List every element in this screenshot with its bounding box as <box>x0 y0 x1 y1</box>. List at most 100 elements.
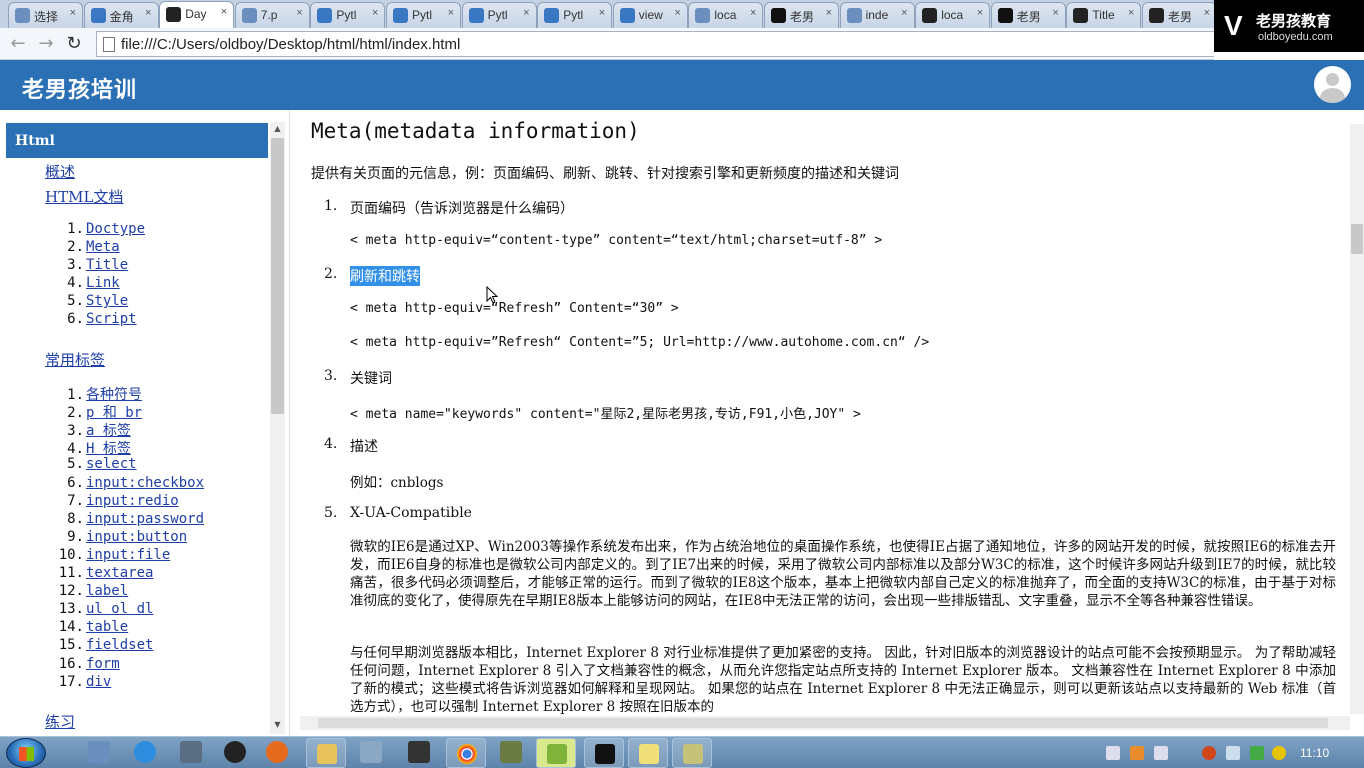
reload-button[interactable]: ↻ <box>62 32 86 56</box>
pycharm-task[interactable] <box>584 738 624 768</box>
sidebar-link[interactable]: Style <box>86 293 128 309</box>
list-item: 7. input:redio <box>56 493 179 511</box>
tab-2[interactable]: Day × <box>159 1 235 28</box>
network-icon[interactable] <box>1250 746 1264 760</box>
sidebar-link[interactable]: Title <box>86 257 128 273</box>
tab-11[interactable]: inde × <box>839 2 915 28</box>
explorer-task[interactable] <box>306 738 346 768</box>
tab-10[interactable]: 老男 × <box>764 2 839 28</box>
close-icon[interactable]: × <box>1052 7 1058 19</box>
sidebar-link[interactable]: ul ol dl <box>86 601 153 617</box>
close-icon[interactable]: × <box>372 7 378 19</box>
terminal-icon[interactable] <box>408 741 430 763</box>
sidebar-link-common-tags[interactable]: 常用标签 <box>45 349 105 370</box>
sidebar-link[interactable]: input:redio <box>86 493 179 509</box>
close-icon[interactable]: × <box>70 7 76 19</box>
sidebar-scroll-thumb[interactable] <box>271 138 284 414</box>
content-scrollbar[interactable] <box>1350 124 1364 714</box>
sidebar-link[interactable]: table <box>86 619 128 635</box>
scroll-up-icon[interactable]: ▲ <box>270 122 285 136</box>
scroll-down-icon[interactable]: ▼ <box>270 718 285 732</box>
sidebar-link[interactable]: input:checkbox <box>86 475 204 491</box>
tab-0[interactable]: 选择 × <box>8 2 83 28</box>
sidebar-link[interactable]: label <box>86 583 128 599</box>
close-icon[interactable]: × <box>599 7 605 19</box>
horizontal-scroll-thumb[interactable] <box>318 718 1328 728</box>
close-icon[interactable]: × <box>826 7 832 19</box>
sidebar-link[interactable]: form <box>86 656 120 672</box>
chrome-task[interactable] <box>446 738 486 768</box>
sidebar-section-html[interactable]: Html <box>6 123 268 158</box>
start-button[interactable] <box>6 738 46 768</box>
tray-icon[interactable] <box>1272 746 1286 760</box>
forward-button[interactable]: → <box>34 32 58 56</box>
horizontal-scrollbar[interactable] <box>300 716 1350 730</box>
close-icon[interactable]: × <box>448 7 454 19</box>
tab-14[interactable]: Title × <box>1066 2 1142 28</box>
close-icon[interactable]: × <box>296 7 302 19</box>
tray-icon[interactable] <box>1106 746 1120 760</box>
folder-app-icon[interactable] <box>88 741 110 763</box>
tab-7[interactable]: Pytl × <box>537 2 613 28</box>
sidebar-link[interactable]: input:button <box>86 529 187 545</box>
avatar[interactable] <box>1314 66 1351 103</box>
app-icon[interactable] <box>360 741 382 763</box>
tab-12[interactable]: loca × <box>915 2 991 28</box>
sidebar-link[interactable]: a 标签 <box>86 423 131 439</box>
description-example: 例如：cnblogs <box>350 475 444 491</box>
tab-8[interactable]: view × <box>612 2 688 28</box>
close-icon[interactable]: × <box>750 7 756 19</box>
tab-label: inde <box>865 8 889 22</box>
sidebar-link-practice[interactable]: 练习 <box>45 711 75 732</box>
app-icon[interactable] <box>180 741 202 763</box>
close-icon[interactable]: × <box>145 7 151 19</box>
tab-9[interactable]: loca × <box>688 2 764 28</box>
sidebar-link[interactable]: div <box>86 674 111 690</box>
sidebar-link[interactable]: input:password <box>86 511 204 527</box>
sidebar-link[interactable]: p 和 br <box>86 405 142 421</box>
firefox-icon[interactable] <box>266 741 288 763</box>
tray-icon[interactable] <box>1154 746 1168 760</box>
tray-icon[interactable] <box>1202 746 1216 760</box>
qq-icon[interactable] <box>224 741 246 763</box>
tab-6[interactable]: Pytl × <box>461 2 537 28</box>
ie-icon[interactable] <box>134 741 156 763</box>
back-button[interactable]: ← <box>6 32 30 56</box>
address-bar[interactable]: file:///C:/Users/oldboy/Desktop/html/htm… <box>96 31 1214 57</box>
sidebar-link[interactable]: Doctype <box>86 221 145 237</box>
sidebar-link[interactable]: H 标签 <box>86 441 131 457</box>
oldboy-task[interactable] <box>536 738 576 768</box>
close-icon[interactable]: × <box>1128 7 1134 19</box>
sidebar-link[interactable]: select <box>86 456 137 472</box>
sidebar-link[interactable]: input:file <box>86 547 170 563</box>
sidebar-link[interactable]: textarea <box>86 565 153 581</box>
sidebar-link[interactable]: Script <box>86 311 137 327</box>
sidebar-link-overview[interactable]: 概述 <box>45 161 75 182</box>
close-icon[interactable]: × <box>1204 7 1210 19</box>
tab-1[interactable]: 金角 × <box>83 2 159 28</box>
list-number: 16. <box>58 655 84 672</box>
content-scroll-thumb[interactable] <box>1351 224 1363 254</box>
tab-13[interactable]: 老男 × <box>990 2 1066 28</box>
sidebar-link[interactable]: Link <box>86 275 120 291</box>
sidebar-link[interactable]: 各种符号 <box>86 387 142 403</box>
sidebar-link[interactable]: fieldset <box>86 637 153 653</box>
sidebar-link[interactable]: Meta <box>86 239 120 255</box>
tab-15[interactable]: 老男 × <box>1142 2 1217 28</box>
volume-icon[interactable] <box>1226 746 1240 760</box>
close-icon[interactable]: × <box>221 6 227 18</box>
tab-4[interactable]: Pytl × <box>310 2 386 28</box>
close-icon[interactable]: × <box>674 7 680 19</box>
tray-icon[interactable] <box>1130 746 1144 760</box>
close-icon[interactable]: × <box>977 7 983 19</box>
image-task[interactable] <box>672 738 712 768</box>
sidebar-scrollbar[interactable]: ▲ ▼ <box>270 122 285 734</box>
app-icon[interactable] <box>500 741 522 763</box>
close-icon[interactable]: × <box>901 7 907 19</box>
tab-3[interactable]: 7.p × <box>234 2 310 28</box>
close-icon[interactable]: × <box>523 7 529 19</box>
notepad-task[interactable] <box>628 738 668 768</box>
tab-5[interactable]: Pytl × <box>386 2 461 28</box>
url-text[interactable]: file:///C:/Users/oldboy/Desktop/html/htm… <box>121 36 460 53</box>
sidebar-link-html-doc[interactable]: HTML文档 <box>45 186 123 207</box>
